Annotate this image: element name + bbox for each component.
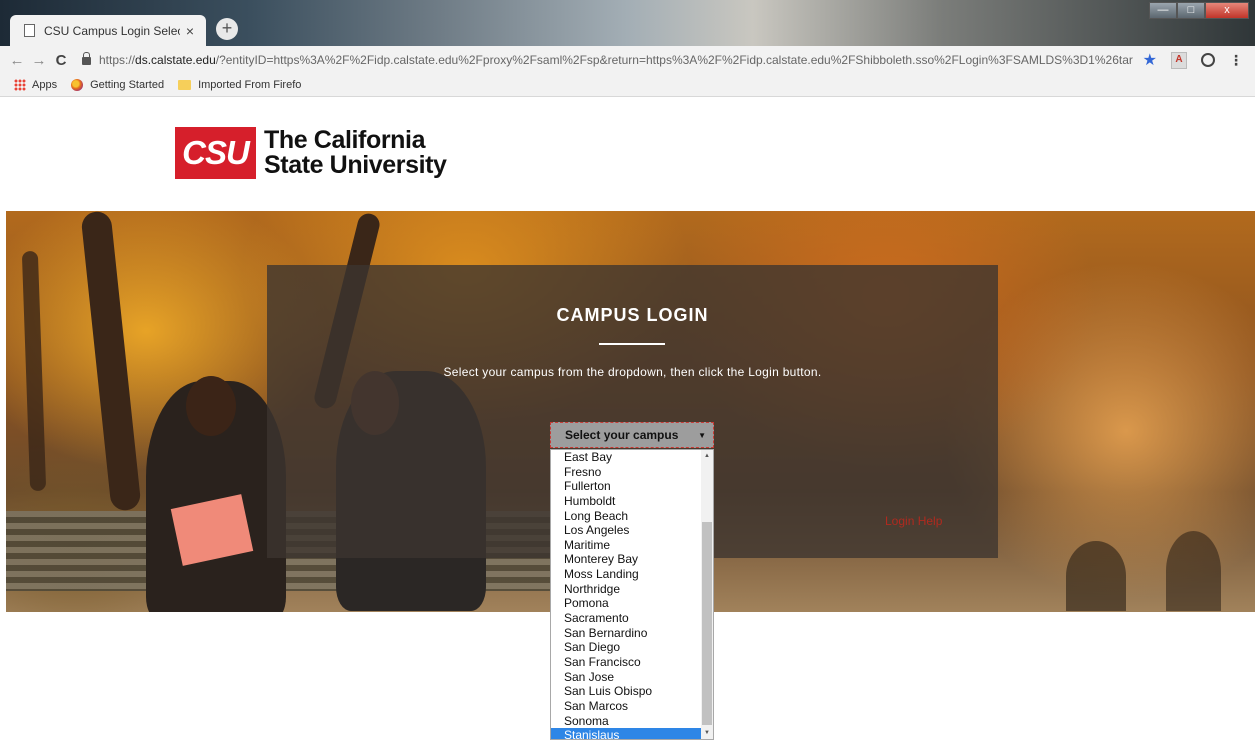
maximize-button[interactable]: □ xyxy=(1177,2,1205,19)
browser-tab[interactable]: CSU Campus Login Selector × xyxy=(10,15,206,46)
login-instructions: Select your campus from the dropdown, th… xyxy=(443,365,822,379)
window-controls: — □ x xyxy=(1149,2,1249,19)
background-figure xyxy=(1166,531,1221,611)
firefox-icon xyxy=(71,79,84,91)
tree-trunk xyxy=(80,211,142,512)
campus-option[interactable]: Northridge xyxy=(551,582,701,597)
campus-options: East Bay Fresno Fullerton Humboldt Long Beac… xyxy=(551,450,713,739)
logo-line-2: State University xyxy=(264,151,447,179)
csu-logo[interactable]: CSU The California State University xyxy=(175,127,447,179)
login-help-link[interactable]: Login Help xyxy=(885,514,942,528)
back-button[interactable]: ← xyxy=(6,52,28,69)
campus-option[interactable]: San Jose xyxy=(551,670,701,685)
tab-title: CSU Campus Login Selector xyxy=(44,23,180,38)
student-head xyxy=(186,376,236,436)
campus-dropdown-list[interactable]: East Bay Fresno Fullerton Humboldt Long Beac… xyxy=(550,449,714,740)
campus-option[interactable]: Moss Landing xyxy=(551,567,701,582)
bookmark-getting-started[interactable]: Getting Started xyxy=(71,79,164,91)
campus-option[interactable]: San Bernardino xyxy=(551,626,701,641)
reload-button[interactable]: C xyxy=(50,52,72,69)
campus-option[interactable]: Pomona xyxy=(551,596,701,611)
campus-option[interactable]: San Marcos xyxy=(551,699,701,714)
title-underline xyxy=(599,343,665,345)
url-scheme: https:// xyxy=(99,53,136,67)
folder-icon xyxy=(178,80,192,90)
scroll-up-icon[interactable]: ▲ xyxy=(701,450,713,462)
campus-select[interactable]: Select your campus ▼ xyxy=(550,422,714,448)
chevron-down-icon: ▼ xyxy=(698,430,706,440)
scroll-down-icon[interactable]: ▼ xyxy=(701,727,713,739)
campus-option[interactable]: East Bay xyxy=(551,450,701,465)
url-host: ds.calstate.edu xyxy=(135,53,216,67)
logo-line-1: The California xyxy=(264,126,426,154)
campus-option[interactable]: Monterey Bay xyxy=(551,552,701,567)
url-path: /?entityID=https%3A%2F%2Fidp.calstate.ed… xyxy=(215,53,1133,67)
campus-option[interactable]: Sonoma xyxy=(551,714,701,729)
account-icon[interactable] xyxy=(1201,53,1215,67)
forward-button[interactable]: → xyxy=(28,52,50,69)
csu-logo-mark: CSU xyxy=(175,127,256,179)
browser-toolbar: ← → C https://ds.calstate.edu/?entityID=… xyxy=(0,46,1255,74)
campus-option[interactable]: Fresno xyxy=(551,465,701,480)
lock-icon[interactable] xyxy=(82,52,91,65)
bookmark-apps[interactable]: Apps xyxy=(14,79,57,91)
bookmark-label: Imported From Firefo xyxy=(198,79,302,91)
campus-option[interactable]: Fullerton xyxy=(551,479,701,494)
tree-trunk xyxy=(21,250,47,492)
browser-titlebar: CSU Campus Login Selector × + — □ x xyxy=(0,0,1255,46)
campus-option[interactable]: San Luis Obispo xyxy=(551,684,701,699)
apps-grid-icon xyxy=(14,79,26,91)
campus-option[interactable]: Sacramento xyxy=(551,611,701,626)
address-bar[interactable]: https://ds.calstate.edu/?entityID=https%… xyxy=(99,53,1133,67)
close-tab-icon[interactable]: × xyxy=(180,23,200,39)
background-figure xyxy=(1066,541,1126,611)
toolbar-actions: ★ A ⋮ xyxy=(1143,50,1243,70)
campus-select-label: Select your campus xyxy=(565,428,679,442)
close-window-button[interactable]: x xyxy=(1205,2,1249,19)
minimize-button[interactable]: — xyxy=(1149,2,1177,19)
bookmark-label: Getting Started xyxy=(90,79,165,91)
dropdown-scrollbar[interactable]: ▲ ▼ xyxy=(701,450,713,739)
campus-option[interactable]: Maritime xyxy=(551,538,701,553)
campus-option[interactable]: Humboldt xyxy=(551,494,701,509)
bookmarks-bar: Apps Getting Started Imported From Firef… xyxy=(0,74,1255,97)
page-icon xyxy=(24,24,35,37)
menu-icon[interactable]: ⋮ xyxy=(1229,52,1243,69)
campus-option[interactable]: San Francisco xyxy=(551,655,701,670)
bookmark-label: Apps xyxy=(32,79,58,91)
bookmark-star-icon[interactable]: ★ xyxy=(1143,50,1157,70)
campus-option[interactable]: San Diego xyxy=(551,640,701,655)
campus-option[interactable]: Los Angeles xyxy=(551,523,701,538)
csu-logo-text: The California State University xyxy=(264,128,447,178)
bookmark-imported-from-firefox[interactable]: Imported From Firefo xyxy=(178,79,301,91)
campus-option[interactable]: Long Beach xyxy=(551,509,701,524)
scrollbar-thumb[interactable] xyxy=(702,522,712,725)
new-tab-button[interactable]: + xyxy=(216,18,238,40)
login-title: CAMPUS LOGIN xyxy=(556,305,709,325)
campus-option[interactable]: Stanislaus xyxy=(551,728,701,739)
pdf-extension-icon[interactable]: A xyxy=(1171,51,1187,69)
